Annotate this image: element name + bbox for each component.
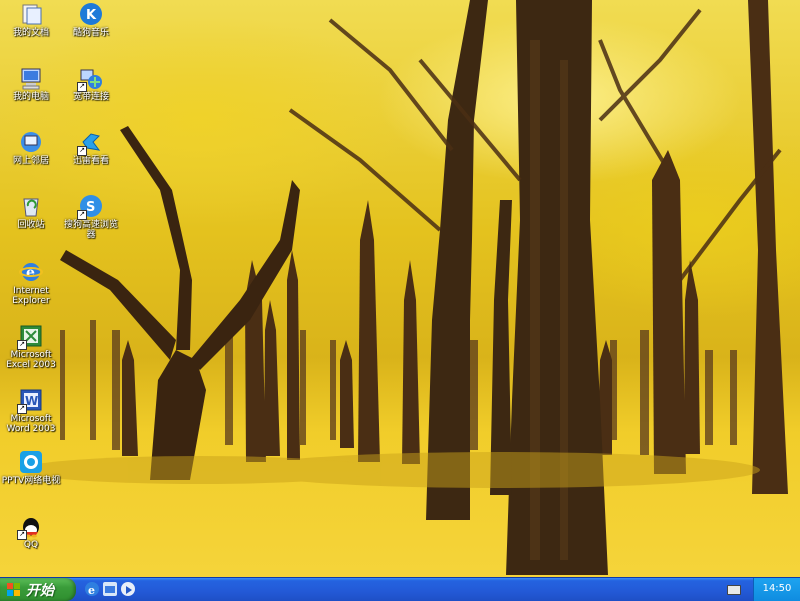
- svg-text:S: S: [86, 200, 95, 215]
- shortcut-arrow-icon: ↗: [77, 82, 87, 92]
- start-button-label: 开始: [26, 583, 54, 599]
- clock[interactable]: 14:50: [754, 583, 800, 594]
- svg-text:e: e: [88, 584, 95, 597]
- windows-logo-icon: [7, 583, 20, 596]
- icon-label: Microsoft Excel 2003: [6, 350, 56, 370]
- icon-label: 酷狗音乐: [72, 28, 109, 38]
- recycle-bin-icon: [19, 194, 43, 218]
- icon-label: QQ: [23, 540, 39, 550]
- keyboard-icon[interactable]: [727, 585, 741, 595]
- icon-label: 回收站: [17, 220, 45, 230]
- desktop-icon-xunlei[interactable]: ↗ 迅雷看看: [60, 130, 122, 166]
- xunlei-icon: ↗: [77, 130, 103, 156]
- icon-label: PPTV网络电视: [1, 476, 61, 486]
- icon-label: 我的文档: [12, 28, 49, 38]
- desktop-icon-word[interactable]: W ↗ Microsoft Word 2003: [0, 388, 62, 434]
- pptv-icon: [19, 450, 43, 474]
- shortcut-arrow-icon: ↗: [77, 210, 87, 220]
- excel-icon: ↗: [17, 324, 43, 350]
- desktop-icon-my-documents[interactable]: 我的文档: [0, 2, 62, 38]
- desktop-icon-sogou-browser[interactable]: S ↗ 搜狗高速浏览器: [60, 194, 122, 240]
- broadband-connection-icon: ↗: [77, 66, 103, 92]
- sogou-browser-icon: S ↗: [77, 194, 103, 220]
- my-documents-icon: [19, 2, 43, 26]
- shortcut-arrow-icon: ↗: [17, 340, 27, 350]
- taskbar: 开始 e 14:50: [0, 577, 800, 601]
- kugou-music-icon: K: [79, 2, 103, 26]
- desktop-icon-broadband-connection[interactable]: ↗ 宽带连接: [60, 66, 122, 102]
- desktop-icon-network-places[interactable]: 网上邻居: [0, 130, 62, 166]
- qq-icon: ↗: [17, 514, 43, 540]
- system-tray: 14:50: [753, 578, 800, 601]
- shortcut-arrow-icon: ↗: [77, 146, 87, 156]
- icon-label: 搜狗高速浏览器: [63, 220, 118, 240]
- icon-label: Internet Explorer: [12, 286, 50, 306]
- desktop-icon-my-computer[interactable]: 我的电脑: [0, 66, 62, 102]
- start-button[interactable]: 开始: [0, 578, 76, 601]
- desktop-icon-pptv[interactable]: PPTV网络电视: [0, 450, 62, 486]
- desktop-icon-kugou-music[interactable]: K 酷狗音乐: [60, 2, 122, 38]
- desktop-icon-excel[interactable]: ↗ Microsoft Excel 2003: [0, 324, 62, 370]
- shortcut-arrow-icon: ↗: [17, 530, 27, 540]
- quicklaunch-internet-explorer-icon[interactable]: e: [85, 582, 99, 597]
- shortcut-arrow-icon: ↗: [17, 404, 27, 414]
- svg-text:K: K: [86, 8, 97, 23]
- icon-label: 宽带连接: [72, 92, 109, 102]
- internet-explorer-icon: e: [19, 260, 43, 284]
- network-places-icon: [19, 130, 43, 154]
- desktop-icon-qq[interactable]: ↗ QQ: [0, 514, 62, 550]
- icon-label: 迅雷看看: [72, 156, 109, 166]
- quicklaunch-media-player-icon[interactable]: [121, 582, 135, 596]
- my-computer-icon: [19, 66, 43, 90]
- desktop-icon-internet-explorer[interactable]: e Internet Explorer: [0, 260, 62, 306]
- icon-label: 我的电脑: [12, 92, 49, 102]
- icon-label: Microsoft Word 2003: [6, 414, 56, 434]
- desktop-icon-recycle-bin[interactable]: 回收站: [0, 194, 62, 230]
- word-icon: W ↗: [17, 388, 43, 414]
- icon-label: 网上邻居: [12, 156, 49, 166]
- quicklaunch-show-desktop-icon[interactable]: [103, 582, 117, 596]
